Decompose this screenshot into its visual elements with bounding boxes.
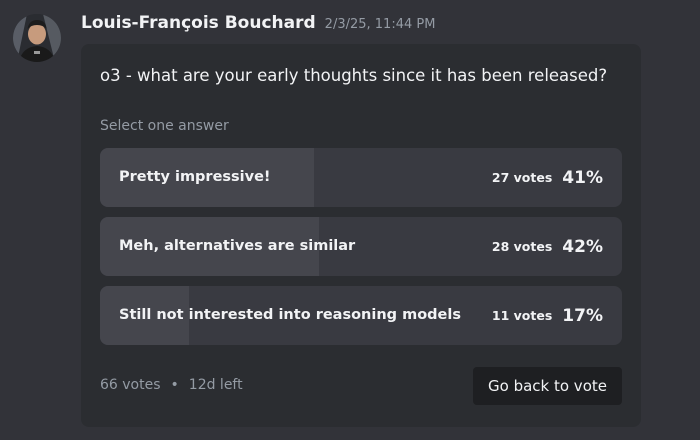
poll-option-percent: 41% [562,167,603,188]
poll-option-2[interactable]: Meh, alternatives are similar 28 votes 4… [100,217,622,276]
poll-option-3[interactable]: Still not interested into reasoning mode… [100,286,622,345]
poll-select-hint: Select one answer [100,118,229,134]
poll-option-result: 11 votes 17% [492,286,603,345]
poll-option-label: Pretty impressive! [119,169,271,185]
go-back-to-vote-button[interactable]: Go back to vote [473,367,622,405]
user-avatar-icon [13,14,61,62]
poll-question: o3 - what are your early thoughts since … [100,66,608,85]
poll-option-label: Still not interested into reasoning mode… [119,307,461,323]
separator-dot: • [170,377,179,393]
avatar[interactable] [13,14,61,62]
poll-option-label: Meh, alternatives are similar [119,238,356,254]
poll-option-result: 27 votes 41% [492,148,603,207]
poll-option-votes: 28 votes [491,239,553,254]
poll-option-votes: 27 votes [491,170,553,185]
poll-footer-info: 66 votes • 12d left [100,377,243,393]
poll-option-percent: 42% [562,236,603,257]
message-timestamp: 2/3/25, 11:44 PM [324,17,436,32]
poll-option-percent: 17% [562,305,603,326]
poll-option-result: 28 votes 42% [492,217,603,276]
poll-option-1[interactable]: Pretty impressive! 27 votes 41% [100,148,622,207]
total-votes: 66 votes [100,377,161,393]
poll-card: o3 - what are your early thoughts since … [81,44,641,427]
author-name[interactable]: Louis-François Bouchard [81,13,316,33]
message-header: Louis-François Bouchard 2/3/25, 11:44 PM [81,13,435,33]
time-left: 12d left [188,377,243,393]
poll-option-votes: 11 votes [491,308,553,323]
